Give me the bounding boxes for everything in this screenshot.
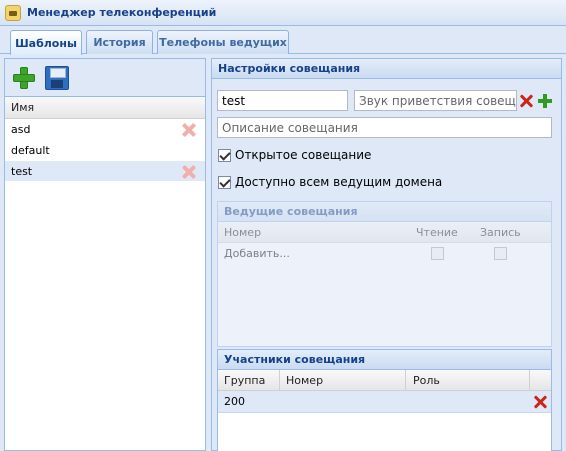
template-row-test[interactable]: test <box>5 161 205 182</box>
participants-col-role[interactable]: Роль <box>413 374 440 387</box>
participants-col-number[interactable]: Номер <box>286 374 323 387</box>
participants-panel-header: Участники совещания <box>218 350 551 370</box>
greeting-sound-placeholder: Звук приветствия совещания <box>359 93 516 108</box>
templates-panel: Имя asd default test <box>4 58 206 451</box>
template-name: test <box>11 164 33 178</box>
delete-participant-icon[interactable] <box>533 394 549 410</box>
open-meeting-checkbox[interactable] <box>218 148 231 162</box>
template-name: default <box>11 143 50 157</box>
hosts-write-checkbox <box>494 247 507 260</box>
templates-toolbar <box>5 59 205 97</box>
tab-templates[interactable]: Шаблоны <box>10 30 82 55</box>
conference-app-icon <box>5 4 21 21</box>
participant-row[interactable]: 200 <box>218 391 551 413</box>
templates-column-header[interactable]: Имя <box>5 97 205 119</box>
meeting-settings-header: Настройки совещания <box>212 59 561 79</box>
title-bar: Менеджер телеконференций <box>0 0 566 26</box>
meeting-description-placeholder: Описание совещания <box>222 120 358 135</box>
hosts-panel-title: Ведущие совещания <box>224 205 358 218</box>
meeting-settings-panel: Настройки совещания test Звук приветстви… <box>211 58 562 451</box>
tab-templates-label: Шаблоны <box>15 36 77 50</box>
all-hosts-label: Доступно всем ведущим домена <box>235 175 443 189</box>
hosts-read-checkbox <box>431 247 444 260</box>
participants-col-group[interactable]: Группа <box>224 374 265 387</box>
hosts-col-number: Номер <box>224 226 262 239</box>
tab-history-label: История <box>93 36 146 49</box>
greeting-sound-field[interactable]: Звук приветствия совещания <box>354 90 517 111</box>
meeting-settings-title: Настройки совещания <box>218 62 361 75</box>
hosts-add-label: Добавить... <box>224 247 290 260</box>
tab-strip: Шаблоны История Телефоны ведущих <box>0 26 566 55</box>
hosts-col-read: Чтение <box>416 226 458 239</box>
hosts-panel-header: Ведущие совещания <box>218 202 551 222</box>
open-meeting-option[interactable]: Открытое совещание <box>218 148 371 162</box>
participant-group: 200 <box>224 395 245 408</box>
hosts-add-row: Добавить... <box>218 243 551 265</box>
delete-template-test-icon[interactable] <box>181 164 197 180</box>
meeting-description-input[interactable]: Описание совещания <box>217 117 552 138</box>
delete-template-asd-icon[interactable] <box>181 122 197 138</box>
column-name-label: Имя <box>11 101 35 114</box>
template-row-asd[interactable]: asd <box>5 119 205 140</box>
window-title: Менеджер телеконференций <box>27 6 217 19</box>
meeting-name-input[interactable]: test <box>217 90 348 111</box>
participants-column-header: Группа Номер Роль <box>218 370 551 391</box>
hosts-col-write: Запись <box>480 226 521 239</box>
tab-history[interactable]: История <box>86 30 153 54</box>
meeting-name-value: test <box>222 93 246 108</box>
template-name: asd <box>11 122 31 136</box>
all-hosts-checkbox[interactable] <box>218 175 231 189</box>
add-template-button[interactable] <box>11 65 37 91</box>
tab-host-phones-label: Телефоны ведущих <box>159 36 287 49</box>
participants-panel-title: Участники совещания <box>224 353 366 366</box>
hosts-panel: Ведущие совещания Номер Чтение Запись До… <box>217 201 552 347</box>
hosts-column-header: Номер Чтение Запись <box>218 222 551 243</box>
all-hosts-option[interactable]: Доступно всем ведущим домена <box>218 175 442 189</box>
save-template-button[interactable] <box>45 66 69 90</box>
clear-greeting-icon[interactable] <box>519 93 535 109</box>
tab-host-phones[interactable]: Телефоны ведущих <box>157 30 289 54</box>
template-row-default[interactable]: default <box>5 140 205 161</box>
participants-panel: Участники совещания Группа Номер Роль 20… <box>217 349 552 451</box>
open-meeting-label: Открытое совещание <box>235 148 372 162</box>
add-greeting-icon[interactable] <box>538 94 552 108</box>
